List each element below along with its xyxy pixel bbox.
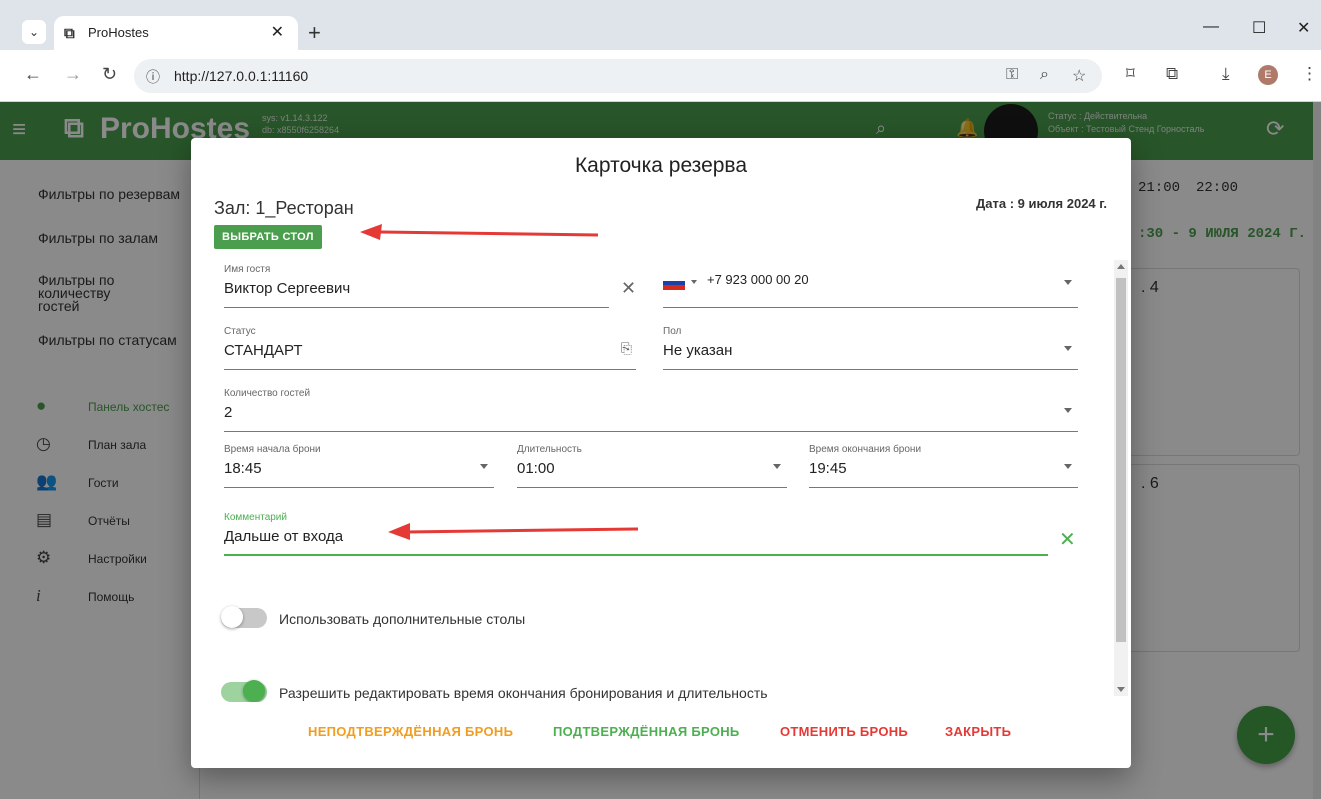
toggle-knob [243, 680, 265, 702]
scroll-thumb[interactable] [1116, 278, 1126, 642]
end-time-value: 19:45 [809, 460, 847, 477]
unconfirmed-reservation-button[interactable]: НЕПОДТВЕРЖДЁННАЯ БРОНЬ [308, 724, 513, 739]
duration-select[interactable]: Длительность 01:00 [517, 436, 787, 488]
start-time-value: 18:45 [224, 460, 262, 477]
screenshot-icon[interactable]: ⌑ [1126, 64, 1135, 84]
cancel-reservation-button[interactable]: ОТМЕНИТЬ БРОНЬ [780, 724, 908, 739]
field-label: Время окончания брони [809, 444, 922, 455]
gender-select[interactable]: Пол Не указан [663, 318, 1078, 370]
reservation-form: Имя гостя Виктор Сергеевич ✕ +7 923 000 … [191, 256, 1131, 702]
minimize-icon[interactable]: — [1203, 18, 1219, 36]
reservation-dialog: Карточка резерва Зал: 1_Ресторан Дата : … [191, 138, 1131, 768]
field-label: Длительность [517, 444, 582, 455]
forward-icon[interactable]: → [64, 64, 82, 85]
phone-dropdown-icon[interactable] [1064, 280, 1072, 285]
attachment-icon[interactable]: ⎘ [621, 340, 632, 357]
country-dropdown-icon[interactable] [691, 280, 697, 284]
toggle-label: Использовать дополнительные столы [279, 611, 526, 627]
guests-count-value: 2 [224, 404, 233, 421]
field-label: Количество гостей [224, 388, 311, 399]
tab-close-icon[interactable]: ✕ [271, 22, 284, 42]
chevron-down-icon [773, 464, 781, 469]
reservation-date: Дата : 9 июля 2024 г. [976, 196, 1107, 211]
tab-search-chevron-icon[interactable]: ⌄ [22, 20, 46, 44]
gender-value: Не указан [663, 342, 733, 359]
confirmed-reservation-button[interactable]: ПОДТВЕРЖДЁННАЯ БРОНЬ [553, 724, 740, 739]
comment-value: Дальше от входа [224, 528, 344, 545]
chevron-down-icon [1064, 346, 1072, 351]
status-value: СТАНДАРТ [224, 342, 303, 359]
reload-icon[interactable]: ↻ [102, 64, 117, 85]
download-icon[interactable]: ⤓ [1222, 64, 1230, 84]
browser-menu-icon[interactable]: ⋮ [1301, 64, 1318, 84]
guest-name-field[interactable]: Имя гостя Виктор Сергеевич [224, 256, 609, 308]
start-time-select[interactable]: Время начала брони 18:45 [224, 436, 494, 488]
choose-table-button[interactable]: ВЫБРАТЬ СТОЛ [214, 225, 322, 249]
toggle-knob [221, 606, 243, 628]
scroll-down-icon[interactable] [1117, 687, 1125, 692]
bookmark-star-icon[interactable]: ☆ [1072, 66, 1086, 86]
url-field[interactable]: ⓘ http://127.0.0.1:11160 ⚿ ⌕ ☆ [134, 59, 1102, 93]
field-label: Время начала брони [224, 444, 321, 455]
arrow-annotation-icon [360, 224, 599, 240]
phone-field[interactable]: +7 923 000 00 20 [663, 256, 1078, 308]
end-time-select[interactable]: Время окончания брони 19:45 [809, 436, 1078, 488]
prohostes-favicon-icon: ⧉ [64, 24, 75, 42]
hall-label: Зал: 1_Ресторан [214, 198, 354, 218]
status-field[interactable]: Статус СТАНДАРТ ⎘ [224, 318, 636, 370]
dialog-scrollbar[interactable] [1114, 260, 1128, 696]
field-label: Комментарий [224, 512, 287, 523]
new-tab-icon[interactable]: + [308, 20, 321, 46]
chevron-down-icon [1064, 464, 1072, 469]
back-icon[interactable]: ← [24, 64, 42, 85]
extensions-icon[interactable]: ⧉ [1166, 64, 1178, 84]
russia-flag-icon [663, 276, 685, 290]
window-close-icon[interactable]: ✕ [1297, 18, 1310, 38]
field-label: Статус [224, 326, 256, 337]
close-button[interactable]: ЗАКРЫТЬ [945, 724, 1011, 739]
duration-value: 01:00 [517, 460, 555, 477]
site-info-icon[interactable]: ⓘ [146, 67, 160, 87]
clear-comment-icon[interactable]: ✕ [1059, 527, 1076, 552]
tab-title: ProHostes [88, 25, 149, 40]
clear-name-icon[interactable]: ✕ [621, 278, 636, 299]
field-label: Пол [663, 326, 682, 337]
toggle-label: Разрешить редактировать время окончания … [279, 685, 768, 701]
arrow-annotation-icon [388, 523, 639, 540]
dialog-title: Карточка резерва [574, 154, 748, 177]
profile-avatar[interactable]: E [1258, 65, 1278, 85]
chevron-down-icon [480, 464, 488, 469]
zoom-icon[interactable]: ⌕ [1040, 66, 1049, 84]
maximize-icon[interactable]: ☐ [1252, 18, 1266, 38]
scroll-up-icon[interactable] [1117, 264, 1125, 269]
phone-value: +7 923 000 00 20 [707, 272, 809, 287]
guests-count-select[interactable]: Количество гостей 2 [224, 380, 1078, 432]
field-label: Имя гостя [224, 264, 271, 275]
url-text: http://127.0.0.1:11160 [174, 68, 309, 84]
guest-name-value: Виктор Сергеевич [224, 280, 351, 297]
dialog-actions: НЕПОДТВЕРЖДЁННАЯ БРОНЬ ПОДТВЕРЖДЁННАЯ БР… [191, 724, 1131, 748]
address-bar: ← → ↻ ⓘ http://127.0.0.1:11160 ⚿ ⌕ ☆ ⌑ ⧉… [0, 50, 1321, 102]
chevron-down-icon [1064, 408, 1072, 413]
password-key-icon[interactable]: ⚿ [1006, 66, 1018, 84]
